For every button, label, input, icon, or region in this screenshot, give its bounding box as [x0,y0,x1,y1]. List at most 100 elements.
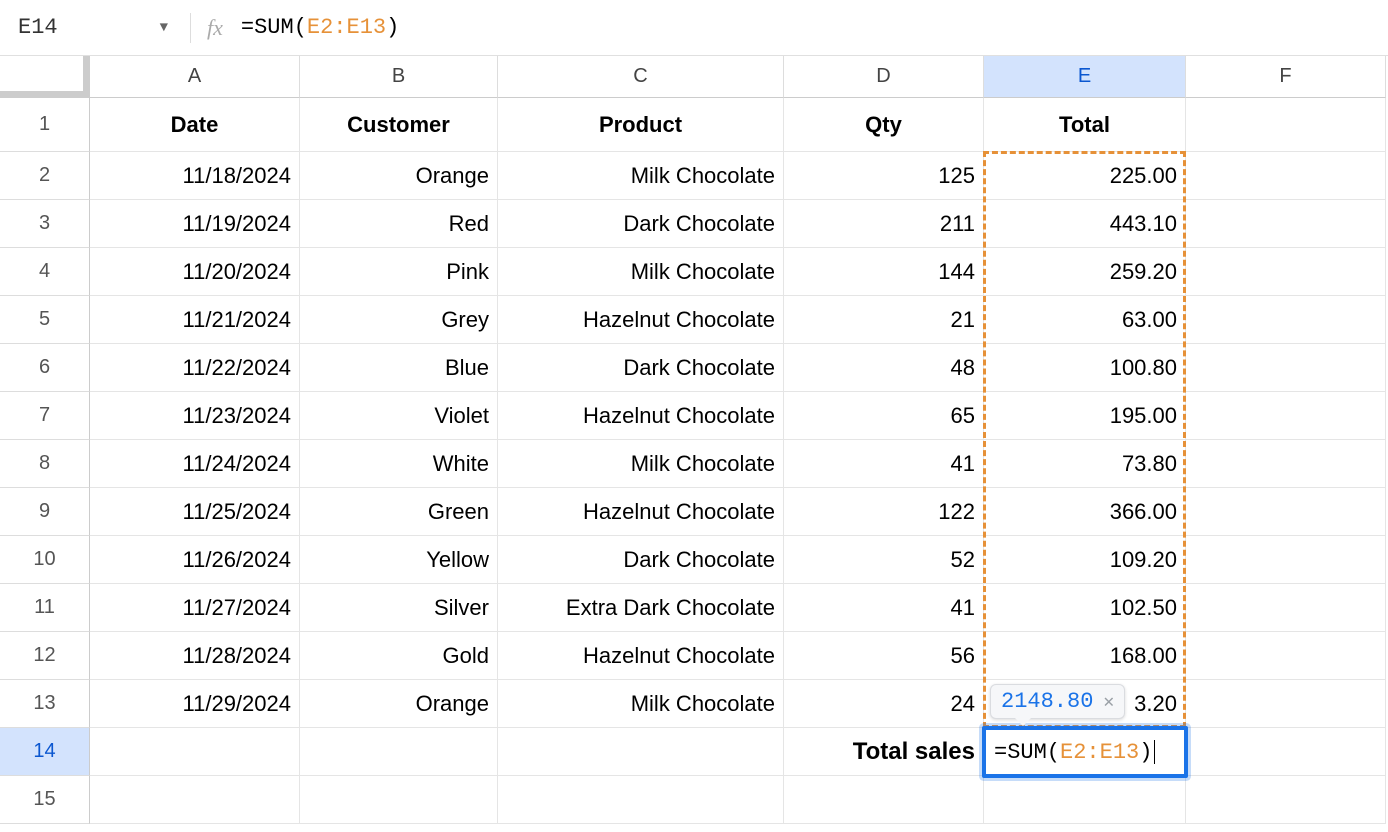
row-header-3[interactable]: 3 [0,200,90,248]
cell-empty[interactable] [1186,680,1386,728]
cell-date[interactable]: 11/20/2024 [90,248,300,296]
cell-empty[interactable] [1186,152,1386,200]
header-customer[interactable]: Customer [300,98,498,152]
formula-input[interactable]: =SUM(E2:E13) [241,15,1380,40]
cell-b14[interactable] [300,728,498,776]
header-date[interactable]: Date [90,98,300,152]
cell-customer[interactable]: Blue [300,344,498,392]
cell-empty[interactable] [1186,248,1386,296]
cell-qty[interactable]: 48 [784,344,984,392]
cell-date[interactable]: 11/23/2024 [90,392,300,440]
row-header-2[interactable]: 2 [0,152,90,200]
row-header-9[interactable]: 9 [0,488,90,536]
row-header-4[interactable]: 4 [0,248,90,296]
cell-qty[interactable]: 211 [784,200,984,248]
row-header-11[interactable]: 11 [0,584,90,632]
cell-empty[interactable] [1186,488,1386,536]
cell-total[interactable]: 195.00 [984,392,1186,440]
cell-product[interactable]: Milk Chocolate [498,680,784,728]
cell-product[interactable]: Hazelnut Chocolate [498,632,784,680]
name-box-dropdown-icon[interactable]: ▼ [160,20,168,36]
cell-f14[interactable] [1186,728,1386,776]
col-header-d[interactable]: D [784,56,984,98]
cell-a14[interactable] [90,728,300,776]
cell-product[interactable]: Hazelnut Chocolate [498,296,784,344]
cell-empty[interactable] [1186,632,1386,680]
cell-customer[interactable]: Red [300,200,498,248]
cell-product[interactable]: Milk Chocolate [498,440,784,488]
cell-qty[interactable]: 125 [784,152,984,200]
cell-date[interactable]: 11/27/2024 [90,584,300,632]
spreadsheet-grid[interactable]: A B C D E F 1 Date Customer Product Qty … [0,56,1388,824]
cell-d15[interactable] [784,776,984,824]
cell-empty[interactable] [1186,392,1386,440]
cell-total[interactable]: 168.00 [984,632,1186,680]
row-header-7[interactable]: 7 [0,392,90,440]
cell-product[interactable]: Milk Chocolate [498,248,784,296]
cell-customer[interactable]: Grey [300,296,498,344]
col-header-b[interactable]: B [300,56,498,98]
row-header-1[interactable]: 1 [0,98,90,152]
row-header-13[interactable]: 13 [0,680,90,728]
cell-qty[interactable]: 122 [784,488,984,536]
cell-customer[interactable]: White [300,440,498,488]
col-header-f[interactable]: F [1186,56,1386,98]
col-header-e[interactable]: E [984,56,1186,98]
cell-total[interactable]: 100.80 [984,344,1186,392]
cell-f15[interactable] [1186,776,1386,824]
cell-qty[interactable]: 41 [784,584,984,632]
row-header-14[interactable]: 14 [0,728,90,776]
cell-date[interactable]: 11/29/2024 [90,680,300,728]
cell-customer[interactable]: Orange [300,152,498,200]
cell-qty[interactable]: 65 [784,392,984,440]
cell-customer[interactable]: Green [300,488,498,536]
cell-product[interactable]: Dark Chocolate [498,200,784,248]
cell-qty[interactable]: 21 [784,296,984,344]
header-total[interactable]: Total [984,98,1186,152]
header-qty[interactable]: Qty [784,98,984,152]
cell-product[interactable]: Hazelnut Chocolate [498,488,784,536]
cell-empty[interactable] [1186,200,1386,248]
cell-date[interactable]: 11/26/2024 [90,536,300,584]
cell-empty[interactable] [1186,440,1386,488]
cell-total[interactable]: 443.10 [984,200,1186,248]
name-box[interactable]: E14 ▼ [8,15,178,40]
cell-qty[interactable]: 144 [784,248,984,296]
cell-date[interactable]: 11/25/2024 [90,488,300,536]
cell-b15[interactable] [300,776,498,824]
cell-qty[interactable]: 24 [784,680,984,728]
row-header-15[interactable]: 15 [0,776,90,824]
cell-date[interactable]: 11/24/2024 [90,440,300,488]
cell-c14[interactable] [498,728,784,776]
cell-total[interactable]: 73.80 [984,440,1186,488]
header-product[interactable]: Product [498,98,784,152]
cell-product[interactable]: Dark Chocolate [498,536,784,584]
cell-qty[interactable]: 56 [784,632,984,680]
cell-c15[interactable] [498,776,784,824]
cell-date[interactable]: 11/19/2024 [90,200,300,248]
cell-customer[interactable]: Pink [300,248,498,296]
cell-date[interactable]: 11/21/2024 [90,296,300,344]
row-header-5[interactable]: 5 [0,296,90,344]
cell-qty[interactable]: 52 [784,536,984,584]
total-sales-label[interactable]: Total sales [784,728,984,776]
row-header-6[interactable]: 6 [0,344,90,392]
cell-product[interactable]: Hazelnut Chocolate [498,392,784,440]
cell-product[interactable]: Extra Dark Chocolate [498,584,784,632]
cell-total[interactable]: 102.50 [984,584,1186,632]
cell-empty[interactable] [1186,296,1386,344]
cell-qty[interactable]: 41 [784,440,984,488]
cell-date[interactable]: 11/28/2024 [90,632,300,680]
cell-empty[interactable] [1186,344,1386,392]
cell-product[interactable]: Dark Chocolate [498,344,784,392]
cell-date[interactable]: 11/18/2024 [90,152,300,200]
row-header-8[interactable]: 8 [0,440,90,488]
cell-a15[interactable] [90,776,300,824]
row-header-12[interactable]: 12 [0,632,90,680]
col-header-a[interactable]: A [90,56,300,98]
cell-empty[interactable] [1186,536,1386,584]
cell-e15[interactable] [984,776,1186,824]
cell-customer[interactable]: Gold [300,632,498,680]
col-header-c[interactable]: C [498,56,784,98]
cell-total[interactable]: 259.20 [984,248,1186,296]
